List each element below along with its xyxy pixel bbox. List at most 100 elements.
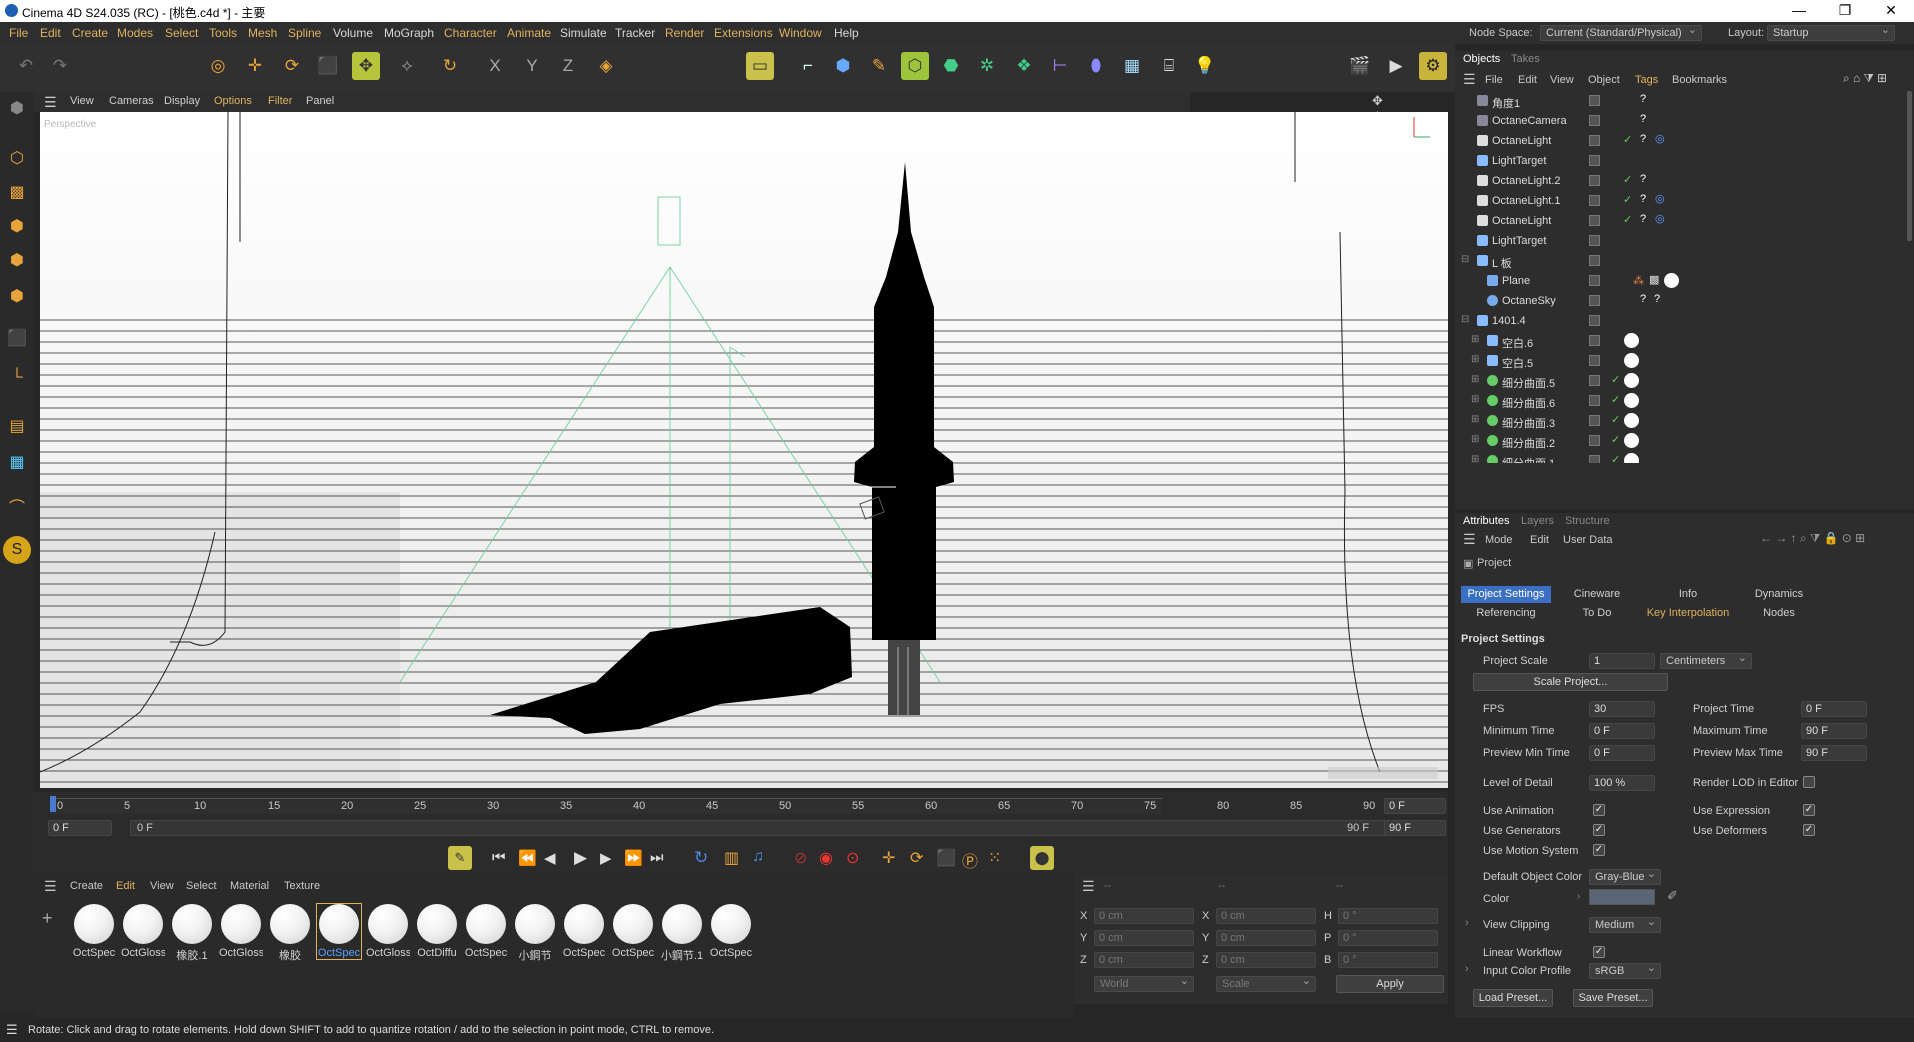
size-x-field[interactable]: 0 cm [1216, 908, 1316, 924]
key-scale-icon[interactable]: ⬛ [936, 848, 956, 868]
material-swatch[interactable]: OctSpec [709, 904, 753, 959]
prev-key-icon[interactable]: ⏪ [518, 849, 537, 867]
tab-takes[interactable]: Takes [1511, 53, 1540, 65]
extrude-icon[interactable]: ⬣ [937, 52, 965, 80]
material-tag-icon[interactable] [1624, 333, 1639, 348]
scale-icon[interactable]: ⬛ [314, 52, 342, 80]
expand-icon[interactable]: ⊞ [1471, 374, 1479, 385]
object-row[interactable]: OctaneLight ✓? ◎ [1455, 131, 1914, 151]
enabled-check-icon[interactable]: ✓ [1611, 433, 1620, 446]
obj-menu-file[interactable]: File [1485, 74, 1503, 86]
visibility-toggle[interactable] [1589, 235, 1600, 246]
checker-tag-icon[interactable]: ▩ [1649, 273, 1659, 286]
key-position-icon[interactable]: ✛ [882, 848, 895, 868]
visibility-toggle[interactable] [1589, 255, 1600, 266]
end-frame-field[interactable]: 90 F [1384, 820, 1446, 836]
expand-icon[interactable]: ⊞ [1471, 334, 1479, 345]
minimize-icon[interactable]: — [1776, 0, 1822, 22]
visibility-toggle[interactable] [1589, 195, 1600, 206]
object-row[interactable]: OctaneSky?? [1455, 291, 1914, 311]
visibility-toggle[interactable] [1589, 215, 1600, 226]
save-preset-button[interactable]: Save Preset... [1573, 989, 1653, 1007]
play-icon[interactable]: ▶ [574, 848, 587, 868]
node-space-dropdown[interactable]: Current (Standard/Physical) [1540, 23, 1702, 41]
visibility-toggle[interactable] [1589, 275, 1600, 286]
preview-min-field[interactable]: 0 F [1589, 745, 1655, 761]
attr-menu-mode[interactable]: Mode [1485, 534, 1513, 546]
project-time-field[interactable]: 0 F [1801, 701, 1867, 717]
enabled-check-icon[interactable]: ✓ [1623, 213, 1632, 226]
obj-menu-view[interactable]: View [1550, 74, 1574, 86]
object-mode-icon[interactable]: ⬡ [3, 144, 31, 172]
render-region-icon[interactable]: 🎬 [1346, 52, 1374, 80]
max-time-field[interactable]: 90 F [1801, 723, 1867, 739]
tab-attributes[interactable]: Attributes [1463, 515, 1509, 527]
visibility-toggle[interactable] [1589, 455, 1600, 463]
subtab-key-interpolation[interactable]: Key Interpolation [1643, 605, 1733, 622]
mat-menu-texture[interactable]: Texture [284, 880, 320, 892]
render-settings-icon[interactable]: ⚙ [1419, 52, 1447, 80]
material-tag-icon[interactable] [1664, 273, 1679, 288]
attr-menu-userdata[interactable]: User Data [1563, 534, 1613, 546]
x-axis-icon[interactable]: X [481, 52, 509, 80]
obj-menu-tags[interactable]: Tags [1635, 74, 1658, 86]
expand-icon[interactable]: ⊞ [1471, 454, 1479, 463]
material-tag-icon[interactable] [1624, 433, 1639, 448]
object-row[interactable]: LightTarget [1455, 151, 1914, 171]
view-clipping-dropdown[interactable]: Medium [1589, 915, 1661, 933]
material-tag-icon[interactable] [1624, 353, 1639, 368]
key-pla-icon[interactable]: ⁙ [988, 848, 1001, 868]
octane-tag-icon[interactable]: ⁂ [1633, 274, 1644, 287]
edge-mode-icon[interactable]: ⬢ [3, 246, 31, 274]
next-key-icon[interactable]: ⏩ [624, 849, 643, 867]
object-row[interactable]: OctaneLight.1 ✓? ◎ [1455, 191, 1914, 211]
mat-menu-select[interactable]: Select [186, 880, 217, 892]
menu-select[interactable]: Select [165, 26, 198, 40]
material-swatch[interactable]: 小鋼节.1 [660, 904, 704, 963]
texture-mode-icon[interactable]: ▩ [3, 178, 31, 206]
unknown-tag-icon[interactable]: ? [1640, 193, 1646, 205]
layout-dropdown[interactable]: Startup [1767, 23, 1895, 41]
subtab-nodes[interactable]: Nodes [1734, 605, 1824, 622]
move-icon[interactable]: ✛ [241, 52, 269, 80]
expand-icon[interactable]: ⊟ [1461, 254, 1469, 265]
material-swatch[interactable]: 橡胶 [268, 904, 312, 963]
size-y-field[interactable]: 0 cm [1216, 930, 1316, 946]
material-swatch[interactable]: OctDiffu [415, 904, 459, 959]
use-expression-checkbox[interactable]: ✓ [1803, 804, 1815, 816]
object-row[interactable]: LightTarget [1455, 231, 1914, 251]
next-frame-icon[interactable]: ▶ [600, 849, 612, 867]
snap-icon[interactable]: ⌒ [3, 492, 31, 520]
enabled-check-icon[interactable]: ✓ [1623, 133, 1632, 146]
color-expand-icon[interactable]: › [1577, 891, 1580, 902]
enabled-check-icon[interactable]: ✓ [1623, 173, 1632, 186]
scale-project-button[interactable]: Scale Project... [1473, 673, 1668, 691]
expand-icon[interactable]: ⊞ [1471, 414, 1479, 425]
size-z-field[interactable]: 0 cm [1216, 952, 1316, 968]
menu-tracker[interactable]: Tracker [615, 26, 655, 40]
object-row[interactable]: OctaneCamera? [1455, 111, 1914, 131]
apply-button[interactable]: Apply [1336, 975, 1444, 993]
unknown-tag-icon[interactable]: ? [1640, 213, 1646, 225]
obj-hamburger-icon[interactable]: ☰ [1463, 71, 1476, 88]
visibility-toggle[interactable] [1589, 355, 1600, 366]
menu-tools[interactable]: Tools [209, 26, 237, 40]
enabled-check-icon[interactable]: ✓ [1623, 193, 1632, 206]
tab-layers[interactable]: Layers [1521, 515, 1554, 527]
polygon-mode-icon[interactable]: ⬢ [3, 282, 31, 310]
vp-menu-cameras[interactable]: Cameras [109, 95, 154, 107]
material-swatch-selected[interactable]: OctSpec [316, 903, 362, 960]
redo-icon[interactable]: ↷ [46, 52, 74, 80]
key-rotation-icon[interactable]: ⟳ [910, 848, 923, 868]
eyedropper-icon[interactable]: ✐ [1667, 888, 1678, 904]
visibility-toggle[interactable] [1589, 395, 1600, 406]
cube-icon[interactable]: ⬢ [829, 52, 857, 80]
enabled-check-icon[interactable]: ✓ [1611, 453, 1620, 463]
target-tag-icon[interactable]: ◎ [1655, 132, 1665, 145]
object-row[interactable]: ⊞ 细分曲面.1 ✓ [1455, 451, 1914, 463]
material-swatch[interactable]: 橡胶.1 [170, 904, 214, 963]
min-time-field[interactable]: 0 F [1589, 723, 1655, 739]
y-axis-icon[interactable]: Y [518, 52, 546, 80]
current-frame-field-right[interactable]: 0 F [1384, 798, 1446, 814]
preview-max-field[interactable]: 90 F [1801, 745, 1867, 761]
